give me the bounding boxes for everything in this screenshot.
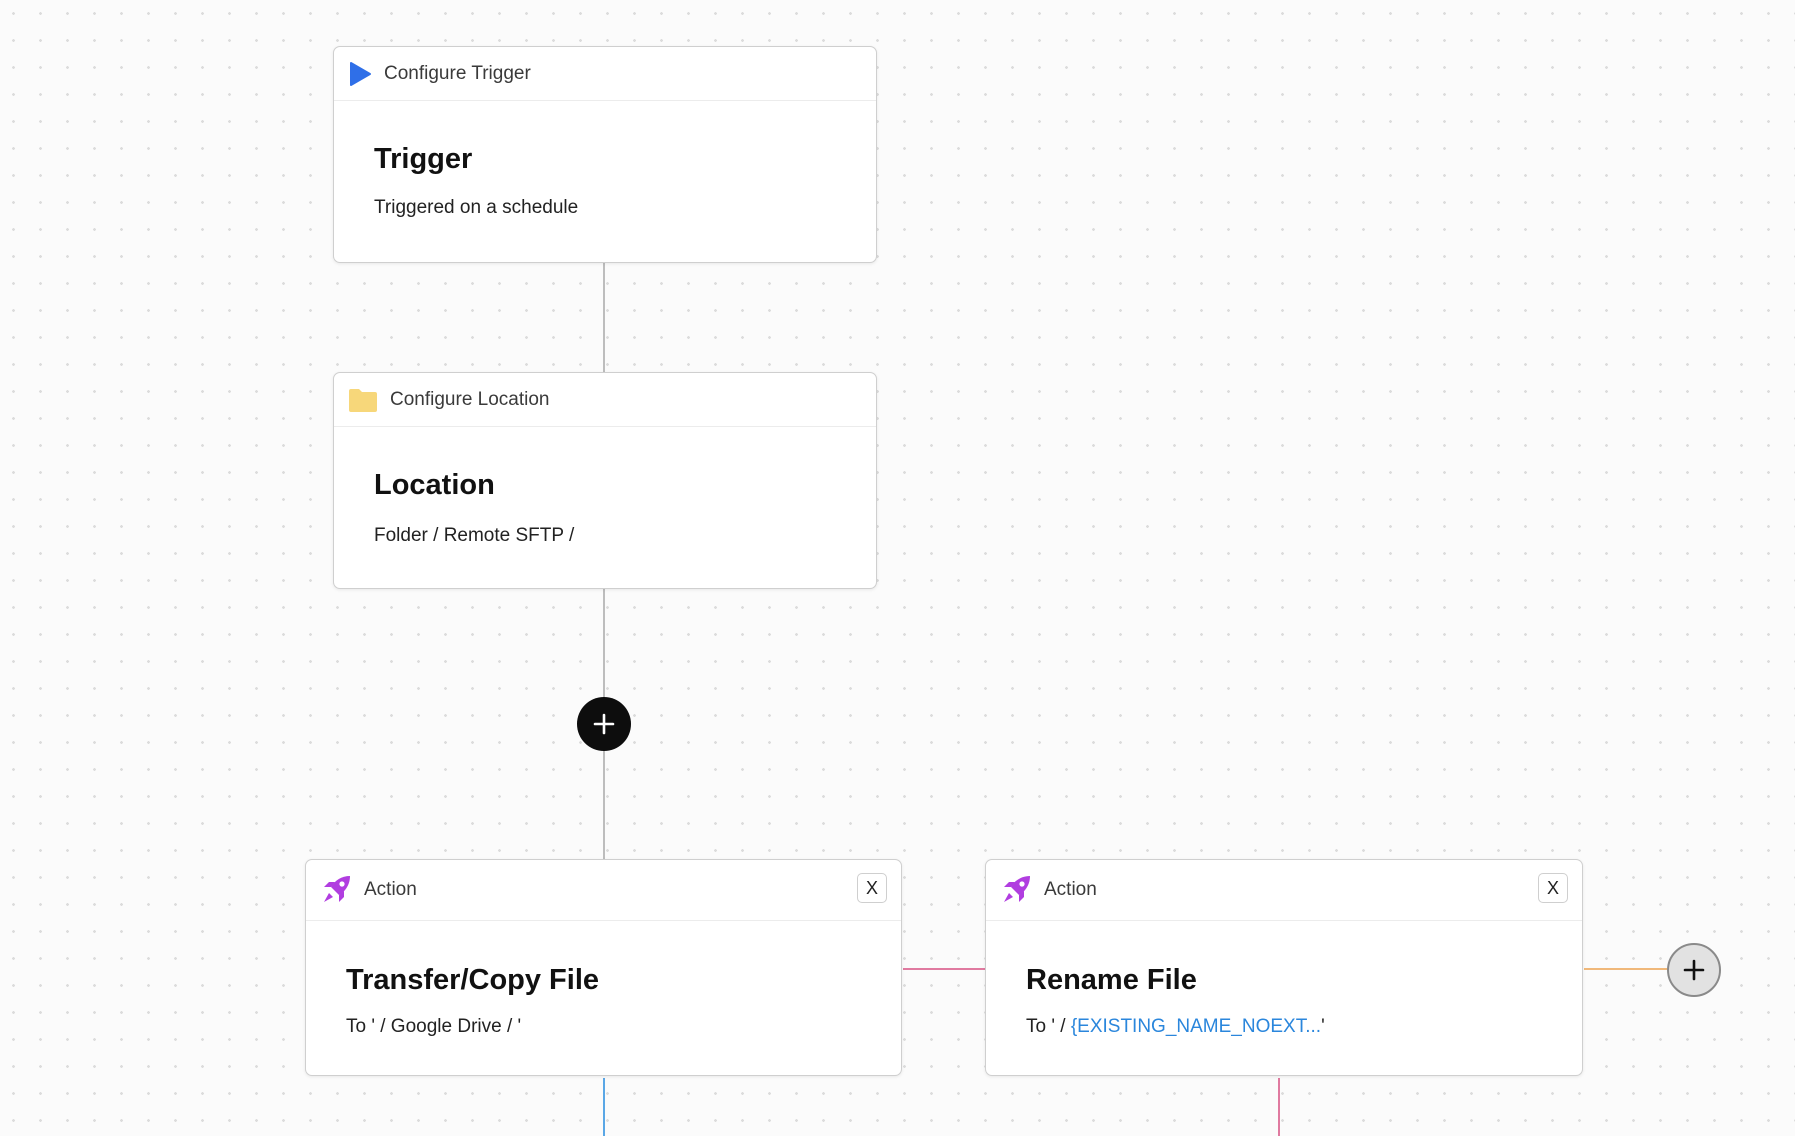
close-icon: X — [865, 877, 878, 898]
plus-icon — [593, 713, 615, 735]
location-subtitle: Folder / Remote SFTP / — [374, 525, 575, 546]
connector-transfer-down — [603, 1078, 605, 1136]
trigger-header-label: Configure Trigger — [384, 62, 531, 84]
rocket-icon — [320, 874, 352, 906]
add-step-button[interactable] — [577, 697, 631, 751]
plus-icon — [1683, 959, 1705, 981]
connector-rename-add — [1584, 968, 1670, 970]
action-rename-subtitle-prefix: To ' / — [1026, 1016, 1071, 1037]
folder-icon — [348, 387, 378, 413]
action-card-transfer[interactable]: Action X Transfer/Copy File To ' / Googl… — [305, 859, 902, 1076]
close-button[interactable]: X — [857, 873, 887, 903]
action-transfer-subtitle-prefix: To ' / Google Drive / ' — [346, 1016, 522, 1037]
close-button[interactable]: X — [1538, 873, 1568, 903]
action-rename-title: Rename File — [1026, 964, 1197, 996]
action-rename-subtitle-variable[interactable]: {EXISTING_NAME_NOEXT... — [1071, 1016, 1321, 1037]
action-transfer-subtitle: To ' / Google Drive / ' — [346, 1016, 521, 1038]
add-action-button[interactable] — [1667, 943, 1721, 997]
trigger-card[interactable]: Configure Trigger Trigger Triggered on a… — [333, 46, 877, 263]
location-card[interactable]: Configure Location Location Folder / Rem… — [333, 372, 877, 589]
action-rename-subtitle: To ' / {EXISTING_NAME_NOEXT...' — [1026, 1016, 1325, 1038]
action-transfer-header-label: Action — [364, 879, 417, 900]
action-transfer-title: Transfer/Copy File — [346, 964, 600, 996]
action-rename-header-label: Action — [1044, 879, 1097, 900]
connector-trigger-location — [603, 262, 605, 374]
action-card-rename[interactable]: Action X Rename File To ' / {EXISTING_NA… — [985, 859, 1583, 1076]
action-card-transfer-header[interactable]: Action X — [306, 860, 901, 921]
trigger-card-header[interactable]: Configure Trigger — [334, 47, 876, 101]
action-card-rename-header[interactable]: Action X — [986, 860, 1582, 921]
connector-action-rename — [903, 968, 987, 970]
connector-rename-down — [1278, 1078, 1280, 1136]
action-rename-subtitle-suffix: ' — [1321, 1016, 1325, 1037]
close-icon: X — [1546, 877, 1559, 898]
location-title: Location — [374, 469, 495, 501]
trigger-subtitle: Triggered on a schedule — [374, 197, 579, 218]
rocket-icon — [1000, 874, 1032, 906]
play-icon — [348, 61, 372, 87]
location-card-header[interactable]: Configure Location — [334, 373, 876, 427]
location-header-label: Configure Location — [390, 388, 550, 410]
trigger-title: Trigger — [374, 143, 473, 175]
